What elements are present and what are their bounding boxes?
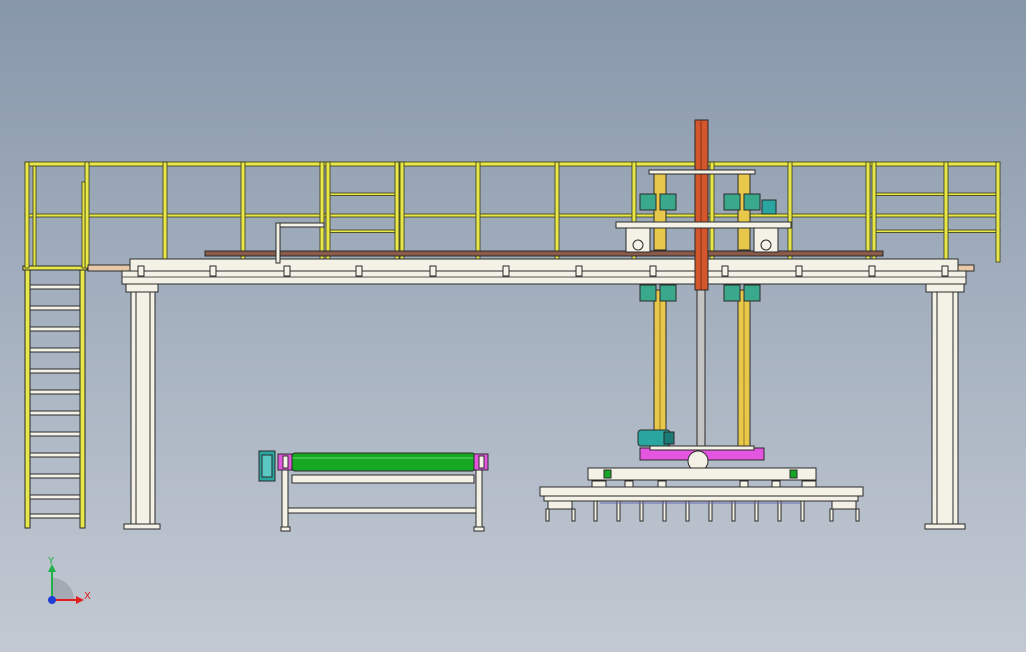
gripper-frame xyxy=(539,467,864,522)
z-axis-dot-icon xyxy=(48,596,56,604)
roller-conveyor xyxy=(277,452,489,532)
x-axis-label: X xyxy=(84,591,91,602)
y-axis-label: Y xyxy=(47,556,55,567)
triad-plane-icon xyxy=(52,578,74,600)
access-ladder xyxy=(22,265,88,529)
coordinate-triad[interactable]: Y X xyxy=(47,556,91,604)
drive-motor xyxy=(258,450,276,482)
x-arrowhead-icon xyxy=(76,596,84,604)
support-column-left xyxy=(123,283,161,530)
lift-mast xyxy=(694,119,709,449)
walkway-platform xyxy=(87,222,975,285)
cad-viewport[interactable]: Y X xyxy=(0,0,1026,652)
support-column-right xyxy=(924,283,966,530)
